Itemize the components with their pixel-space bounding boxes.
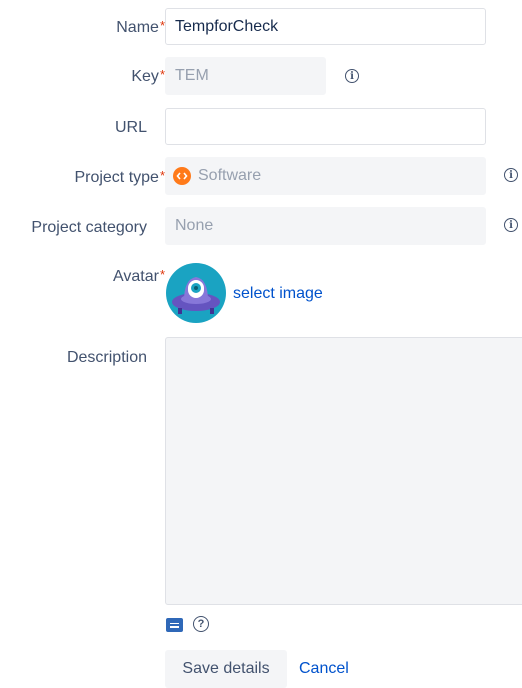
info-icon[interactable]: i [504,168,518,182]
name-input[interactable]: TempforCheck [165,8,486,45]
name-input-value: TempforCheck [175,17,279,35]
description-label: Description [66,349,147,366]
project-type-value: Software [198,167,262,184]
url-label: URL [114,119,147,136]
select-image-link[interactable]: select image [233,285,323,303]
avatar-label: Avatar* [112,267,165,285]
text-format-icon[interactable] [166,618,183,632]
key-label: Key* [131,67,165,85]
avatar-image[interactable] [166,263,226,323]
help-icon[interactable]: ? [193,616,209,632]
required-asterisk: * [159,267,165,282]
project-category-label: Project category [31,219,147,236]
description-textarea[interactable] [165,337,522,605]
name-label: Name* [116,18,165,36]
project-type-field: Software [165,157,486,195]
software-project-icon [173,167,191,185]
ufo-icon [172,277,220,314]
project-type-label: Project type* [74,168,165,186]
key-input-value: TEM [175,67,209,84]
info-icon[interactable]: i [345,69,359,83]
cancel-link[interactable]: Cancel [299,660,349,678]
info-icon[interactable]: i [504,218,518,232]
project-category-select[interactable]: None [165,207,486,245]
key-input: TEM [165,57,326,95]
project-category-value: None [175,217,214,234]
url-input[interactable] [165,108,486,145]
save-details-button[interactable]: Save details [165,650,287,688]
